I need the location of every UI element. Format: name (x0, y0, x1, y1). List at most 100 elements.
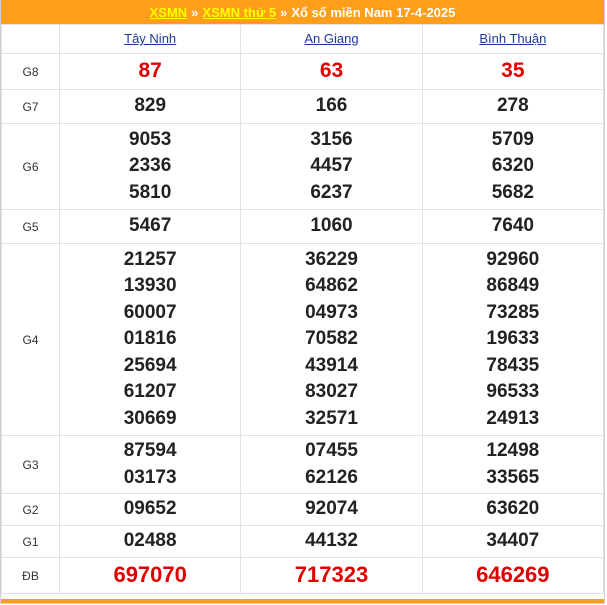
prize-number: 73285 (486, 301, 540, 323)
prize-cell: 44132 (240, 525, 423, 558)
prize-label: G5 (1, 209, 60, 244)
prize-row-g2: G2 09652 92074 63620 (1, 493, 605, 526)
prize-cell: 07455 62126 (240, 435, 423, 494)
prize-number: 6237 (310, 181, 353, 203)
province-link-an-giang[interactable]: An Giang (304, 31, 358, 46)
prize-cell: 36229 64862 04973 70582 43914 83027 32571 (240, 243, 423, 436)
prize-cell: 166 (240, 89, 423, 124)
prize-number: 63620 (486, 498, 540, 520)
prize-cell: 5709 6320 5682 (421, 123, 605, 210)
province-link-binh-thuan[interactable]: Bình Thuận (479, 31, 546, 46)
prize-number: 62126 (305, 466, 358, 488)
xsmn-link[interactable]: XSMN (150, 5, 188, 20)
prize-number: 25694 (123, 354, 177, 376)
province-header-row: Tây Ninh An Giang Bình Thuận (1, 24, 605, 54)
prize-number: 5810 (129, 181, 172, 203)
prize-number: 12498 (486, 440, 540, 461)
prize-number: 34407 (486, 530, 540, 552)
prize-number: 7640 (491, 215, 534, 237)
prize-label: G2 (1, 493, 60, 526)
prize-number: 36229 (305, 248, 358, 270)
province-cell: Bình Thuận (421, 24, 605, 54)
prize-row-g1: G1 02488 44132 34407 (1, 525, 605, 558)
prize-number: 60007 (123, 301, 177, 323)
prize-row-g6: G6 9053 2336 5810 3156 4457 6237 5709 6320 5682 (1, 123, 605, 210)
prize-label: ĐB (1, 557, 60, 594)
prize-cell: 717323 (240, 557, 423, 594)
province-cell: Tây Ninh (58, 24, 242, 54)
prize-number: 02488 (123, 530, 177, 552)
prize-number: 04973 (305, 301, 358, 323)
prize-number: 92960 (486, 248, 540, 270)
prize-number: 30669 (123, 407, 177, 429)
prize-cell: 9053 2336 5810 (58, 123, 242, 210)
prize-cell: 3156 4457 6237 (240, 123, 423, 210)
prize-cell: 63 (240, 53, 423, 90)
bottom-accent-bar (1, 599, 604, 603)
prize-number: 278 (496, 95, 529, 117)
prize-number: 03173 (123, 466, 177, 488)
prize-cell: 02488 (58, 525, 242, 558)
prize-number: 83027 (305, 381, 358, 403)
prize-number: 44132 (305, 530, 358, 552)
prize-number: 33565 (486, 466, 540, 488)
province-cell: An Giang (240, 24, 423, 54)
prize-number: 21257 (123, 248, 177, 270)
prize-number: 6320 (491, 155, 534, 177)
province-link-tay-ninh[interactable]: Tây Ninh (124, 31, 176, 46)
prize-row-g4: G4 21257 13930 60007 01816 25694 61207 30669 362… (1, 243, 605, 436)
prize-cell: 5467 (58, 209, 242, 244)
prize-number: 646269 (476, 562, 550, 588)
prize-cell: 278 (421, 89, 605, 124)
prize-number: 01816 (123, 328, 177, 350)
prize-number: 13930 (123, 275, 177, 297)
prize-cell: 697070 (58, 557, 242, 594)
prize-number: 78435 (486, 354, 540, 376)
prize-cell: 12498 33565 (421, 435, 605, 494)
prize-cell: 63620 (421, 493, 605, 526)
prize-cell: 21257 13930 60007 01816 25694 61207 30669 (58, 243, 242, 436)
prize-label: G4 (1, 243, 60, 436)
prize-number: 07455 (305, 440, 358, 461)
prize-cell: 829 (58, 89, 242, 124)
empty-header-cell (1, 24, 60, 54)
xsmn-thu5-link[interactable]: XSMN thứ 5 (202, 5, 276, 20)
prize-cell: 09652 (58, 493, 242, 526)
prize-row-g3: G3 87594 03173 07455 62126 12498 33565 (1, 435, 605, 494)
prize-cell: 34407 (421, 525, 605, 558)
results-table: Tây Ninh An Giang Bình Thuận G8 87 63 35 G7 8… (1, 24, 605, 594)
prize-number: 5709 (491, 128, 534, 150)
prize-number: 697070 (113, 562, 187, 588)
prize-label: G6 (1, 123, 60, 210)
prize-number: 64862 (305, 275, 358, 297)
prize-number: 1060 (310, 215, 353, 237)
prize-number: 43914 (305, 354, 358, 376)
prize-number: 5467 (129, 215, 172, 237)
prize-label: G7 (1, 89, 60, 124)
prize-row-g8: G8 87 63 35 (1, 53, 605, 90)
prize-number: 09652 (123, 498, 177, 520)
prize-number: 96533 (486, 381, 540, 403)
prize-row-g7: G7 829 166 278 (1, 89, 605, 124)
breadcrumb-header: XSMN » XSMN thứ 5 » Xổ số miền Nam 17-4-… (1, 0, 604, 24)
prize-cell: 87 (58, 53, 242, 90)
prize-row-đb: ĐB 697070 717323 646269 (1, 557, 605, 594)
prize-number: 166 (315, 95, 348, 117)
prize-label: G8 (1, 53, 60, 90)
results-panel: XSMN » XSMN thứ 5 » Xổ số miền Nam 17-4-… (0, 0, 605, 604)
prize-cell: 92960 86849 73285 19633 78435 96533 24913 (421, 243, 605, 436)
prize-number: 717323 (294, 562, 369, 588)
prize-cell: 1060 (240, 209, 423, 244)
prize-label: G1 (1, 525, 60, 558)
prize-cell: 646269 (421, 557, 605, 594)
prize-number: 87594 (123, 440, 177, 461)
prize-number: 2336 (129, 155, 172, 177)
breadcrumb-separator: » (191, 4, 199, 20)
prize-number: 9053 (129, 128, 172, 150)
prize-cell: 87594 03173 (58, 435, 242, 494)
prize-number: 4457 (310, 155, 353, 177)
breadcrumb-separator: » (280, 4, 288, 20)
prize-cell: 35 (421, 53, 605, 90)
prize-row-g5: G5 5467 1060 7640 (1, 209, 605, 244)
prize-cell: 92074 (240, 493, 423, 526)
